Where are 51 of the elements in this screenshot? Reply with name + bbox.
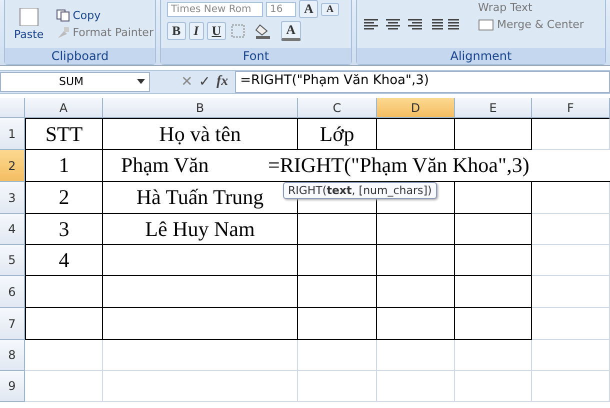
cell-text: 2 [25, 182, 103, 214]
clipboard-icon [16, 8, 41, 26]
cell-text: Họ và tên [103, 118, 298, 150]
name-box[interactable]: SUM [0, 72, 150, 92]
row-header[interactable]: 7 [0, 308, 25, 340]
bold-button[interactable]: B [167, 22, 186, 40]
group-label: Alignment [357, 48, 605, 64]
column-header[interactable]: A [25, 98, 103, 118]
align-right-icon[interactable] [405, 18, 423, 32]
underline-button[interactable]: U [206, 22, 226, 40]
shrink-font-button[interactable]: A [321, 2, 339, 16]
cell-text: 1 [25, 150, 103, 182]
grow-font-button[interactable]: A [299, 0, 318, 18]
function-tooltip: RIGHT(text, [num_chars]) [283, 182, 437, 199]
row-header[interactable]: 4 [0, 214, 25, 245]
merge-center-button[interactable]: Merge & Center [475, 17, 587, 32]
paste-button[interactable]: Paste [11, 6, 47, 42]
row-header[interactable]: 6 [0, 276, 25, 308]
column-header[interactable]: C [298, 98, 377, 118]
wrap-text-button[interactable]: Wrap Text [475, 0, 587, 15]
row-header[interactable]: 8 [0, 340, 25, 371]
cell-text: 3 [25, 214, 103, 245]
format-painter-button[interactable]: Format Painter [52, 25, 156, 40]
column-header[interactable]: D [377, 98, 455, 118]
cell-text: STT [25, 118, 103, 150]
merge-icon [478, 18, 494, 30]
font-color-button[interactable]: A [281, 21, 301, 41]
row-header[interactable]: 1 [0, 118, 25, 150]
brush-icon [56, 26, 70, 39]
cell-text: 4 [25, 245, 103, 276]
row-header[interactable]: 2 [0, 150, 25, 182]
insert-function-button[interactable]: fx [213, 74, 232, 90]
group-label: Clipboard [5, 48, 155, 64]
row-header[interactable]: 5 [0, 245, 25, 276]
group-label: Font [161, 48, 351, 64]
copy-icon [56, 9, 70, 22]
italic-button[interactable]: I [188, 22, 204, 40]
copy-button[interactable]: Copy [52, 8, 156, 23]
enter-button[interactable]: ✓ [196, 74, 214, 90]
align-left-icon[interactable] [363, 18, 381, 32]
font-size-field[interactable]: 16 [266, 2, 296, 16]
column-header[interactable]: F [532, 98, 610, 118]
cell-text: Lớp [298, 118, 377, 150]
column-header[interactable]: B [103, 98, 298, 118]
cell-text: Lê Huy Nam [103, 214, 298, 245]
align-center-icon[interactable] [384, 18, 402, 32]
font-name-field[interactable]: Times New Rom [167, 2, 263, 16]
row-header[interactable]: 9 [0, 371, 25, 402]
row-header[interactable]: 3 [0, 182, 25, 214]
formula-field[interactable]: =RIGHT("Phạm Văn Khoa",3) [235, 71, 610, 93]
column-header[interactable]: E [455, 98, 532, 118]
